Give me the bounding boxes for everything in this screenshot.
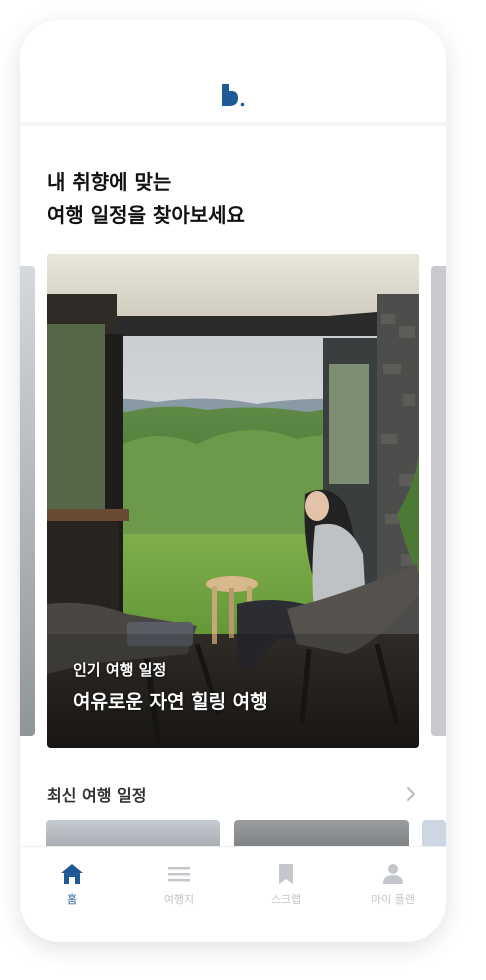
featured-itinerary-card[interactable]: 인기 여행 일정 여유로운 자연 힐링 여행 (47, 254, 419, 748)
carousel-prev-card[interactable] (20, 266, 35, 736)
headline-line-2: 여행 일정을 찾아보세요 (47, 203, 245, 227)
headline-line-1: 내 취향에 맞는 (47, 170, 172, 194)
tab-my-plan-label: 마이 플랜 (371, 893, 415, 906)
brand-logo-icon[interactable] (220, 82, 246, 108)
tab-destinations-label: 여행지 (163, 893, 195, 906)
carousel-next-card[interactable] (431, 266, 446, 736)
tab-scrap[interactable]: 스크랩 (246, 863, 326, 907)
featured-subtitle: 인기 여행 일정 (73, 661, 167, 679)
tab-home[interactable]: 홈 (32, 863, 112, 907)
list-icon (168, 867, 190, 882)
bookmark-icon (279, 864, 293, 884)
home-icon (61, 864, 83, 884)
page-headline: 내 취향에 맞는 여행 일정을 찾아보세요 (47, 166, 245, 232)
recent-section-title: 최신 여행 일정 (47, 786, 147, 805)
phone-frame: 내 취향에 맞는 여행 일정을 찾아보세요 인기 여행 일정 여유로운 자연 힐… (20, 20, 446, 942)
header-divider (20, 122, 446, 126)
bottom-tab-bar: 홈 여행지 스크랩 마이 플랜 (20, 846, 446, 942)
person-icon (383, 864, 403, 884)
tab-destinations[interactable]: 여행지 (139, 863, 219, 907)
app-header (20, 20, 446, 122)
featured-title: 여유로운 자연 힐링 여행 (73, 691, 268, 713)
tab-my-plan[interactable]: 마이 플랜 (353, 863, 433, 907)
chevron-right-icon[interactable] (401, 784, 421, 804)
tab-scrap-label: 스크랩 (270, 893, 302, 906)
tab-home-label: 홈 (66, 893, 78, 906)
